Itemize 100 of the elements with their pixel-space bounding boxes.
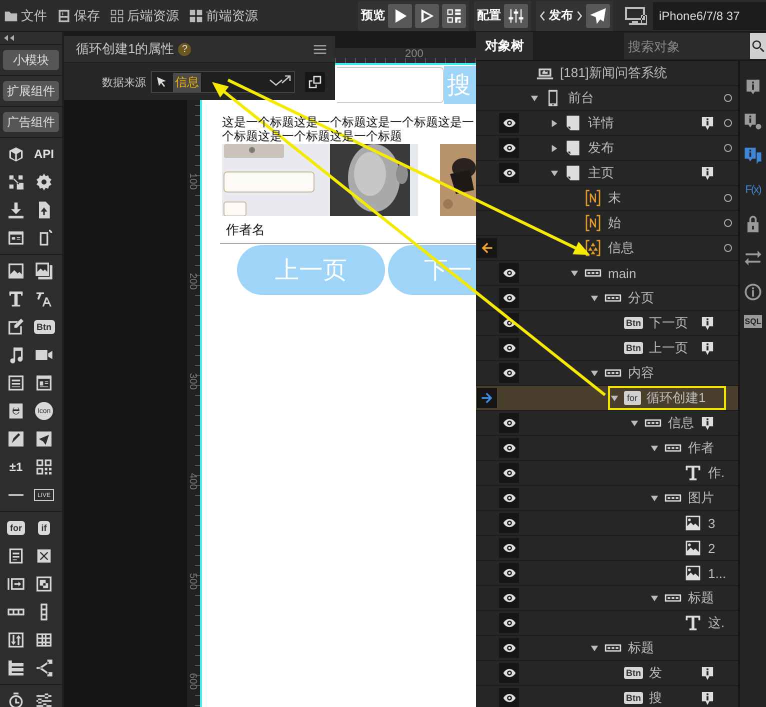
caret-down-icon[interactable]	[590, 644, 599, 652]
chevron-right-icon[interactable]	[576, 8, 583, 22]
tree-row[interactable]: 内容	[476, 361, 738, 386]
status-dot[interactable]	[724, 94, 732, 102]
menu-item[interactable]: 保存	[57, 6, 100, 24]
caret-down-icon[interactable]	[610, 394, 619, 402]
search-field[interactable]: 搜索对象	[624, 33, 750, 59]
menu-item[interactable]: 后端资源	[110, 6, 179, 24]
eye-icon[interactable]	[499, 338, 519, 358]
info-icon[interactable]	[700, 166, 714, 180]
tool-label[interactable]: ±1	[9, 460, 23, 474]
module-button[interactable]: 小模块	[3, 50, 59, 70]
tree-row[interactable]: 图片	[476, 486, 738, 511]
tool-badge[interactable]: if	[38, 521, 50, 535]
gear-icon[interactable]	[34, 172, 54, 192]
tree-row[interactable]: main	[476, 261, 738, 286]
eye-icon[interactable]	[499, 538, 519, 558]
search-button[interactable]	[750, 33, 766, 59]
download-icon[interactable]	[6, 200, 26, 220]
tree-row[interactable]: 分页	[476, 286, 738, 311]
caret-down-icon[interactable]	[590, 294, 599, 302]
status-dot[interactable]	[724, 244, 732, 252]
module-button[interactable]: 扩展组件	[3, 81, 59, 101]
caret-down-icon[interactable]	[530, 94, 539, 102]
eye-icon[interactable]	[499, 163, 519, 183]
pen-icon[interactable]	[6, 429, 26, 449]
eye-icon[interactable]	[499, 463, 519, 483]
tool-badge[interactable]: for	[7, 521, 25, 535]
caret-right-icon[interactable]	[550, 144, 559, 152]
eye-icon[interactable]	[499, 663, 519, 683]
status-dot[interactable]	[724, 119, 732, 127]
info-icon[interactable]	[700, 340, 714, 356]
tree-row[interactable]: Btn 发	[476, 661, 738, 686]
tree-row[interactable]: 这.	[476, 611, 738, 636]
tree-row[interactable]: 信息	[476, 411, 738, 436]
status-dot[interactable]	[724, 144, 732, 152]
device-select[interactable]: iPhone6/7/8 37	[653, 2, 766, 30]
sql-badge[interactable]: SQL	[744, 315, 762, 328]
eye-icon[interactable]	[499, 563, 519, 583]
monitor-icon[interactable]	[624, 6, 648, 26]
tree-row[interactable]: for 循环创建1	[476, 386, 738, 411]
play-outline-button[interactable]	[415, 4, 439, 28]
comment-icon[interactable]	[742, 145, 764, 167]
chevron-left-icon[interactable]	[539, 8, 546, 22]
sort-icon[interactable]	[6, 630, 26, 650]
info-icon[interactable]	[700, 316, 714, 330]
menu-item[interactable]: 前端资源	[189, 6, 258, 24]
caret-down-icon[interactable]	[650, 594, 659, 602]
eye-icon[interactable]	[499, 638, 519, 658]
tree-row[interactable]: 详情	[476, 111, 738, 136]
caret-down-icon[interactable]	[590, 368, 599, 378]
search-field[interactable]	[337, 67, 444, 103]
help-icon[interactable]: ?	[178, 42, 192, 56]
info-icon[interactable]	[700, 666, 714, 680]
data-source-field[interactable]: 信息	[151, 71, 295, 93]
plane-icon[interactable]	[34, 429, 54, 449]
tree-row[interactable]: 作者	[476, 436, 738, 461]
tree-tab[interactable]: 对象树	[476, 32, 533, 60]
qr-code-button[interactable]	[442, 4, 466, 28]
send-button[interactable]	[586, 4, 610, 28]
eye-icon[interactable]	[499, 488, 519, 508]
share-icon[interactable]	[34, 658, 54, 678]
data-source-chip[interactable]: 信息	[173, 72, 201, 92]
tool-badge[interactable]: Btn	[34, 320, 54, 334]
cursor-icon[interactable]	[156, 76, 168, 88]
play-button[interactable]	[388, 4, 412, 28]
caret-down-icon[interactable]	[650, 494, 659, 502]
module-button[interactable]: 广告组件	[3, 112, 59, 132]
eye-icon[interactable]	[499, 413, 519, 433]
tree-row[interactable]: 作.	[476, 461, 738, 486]
eye-icon[interactable]	[499, 513, 519, 533]
tree-row[interactable]: Btn 下一页	[476, 311, 738, 336]
caret-down-icon[interactable]	[630, 418, 639, 428]
document-icon[interactable]	[6, 373, 26, 393]
menu-item[interactable]: 文件	[4, 6, 47, 24]
edit-icon[interactable]	[6, 317, 26, 337]
caret-down-icon[interactable]	[570, 268, 579, 278]
status-dot[interactable]	[724, 194, 732, 202]
tree-row[interactable]: Btn 上一页	[476, 336, 738, 361]
tool-label[interactable]: API	[34, 147, 54, 161]
caret-down-icon[interactable]	[650, 444, 659, 452]
arrow-left-icon[interactable]	[477, 238, 497, 258]
tree-row[interactable]: 主页	[476, 161, 738, 186]
layers-icon[interactable]	[34, 574, 54, 594]
copy-button[interactable]	[305, 72, 325, 92]
info-icon[interactable]	[700, 690, 714, 706]
collapse-icon[interactable]	[3, 34, 15, 42]
tree-row[interactable]: 3	[476, 511, 738, 536]
menu-icon[interactable]	[313, 44, 327, 54]
sliders-icon[interactable]	[34, 691, 54, 707]
images-icon[interactable]	[34, 261, 54, 281]
tree-row[interactable]: 标题	[476, 636, 738, 661]
window-text-icon[interactable]	[34, 373, 54, 393]
eye-icon[interactable]	[499, 263, 519, 283]
eye-icon[interactable]	[499, 588, 519, 608]
caret-down-icon[interactable]	[550, 168, 559, 178]
tree-row[interactable]: 2	[476, 536, 738, 561]
sliders-button[interactable]	[504, 4, 528, 28]
eye-icon[interactable]	[499, 113, 519, 133]
image-icon[interactable]	[6, 261, 26, 281]
